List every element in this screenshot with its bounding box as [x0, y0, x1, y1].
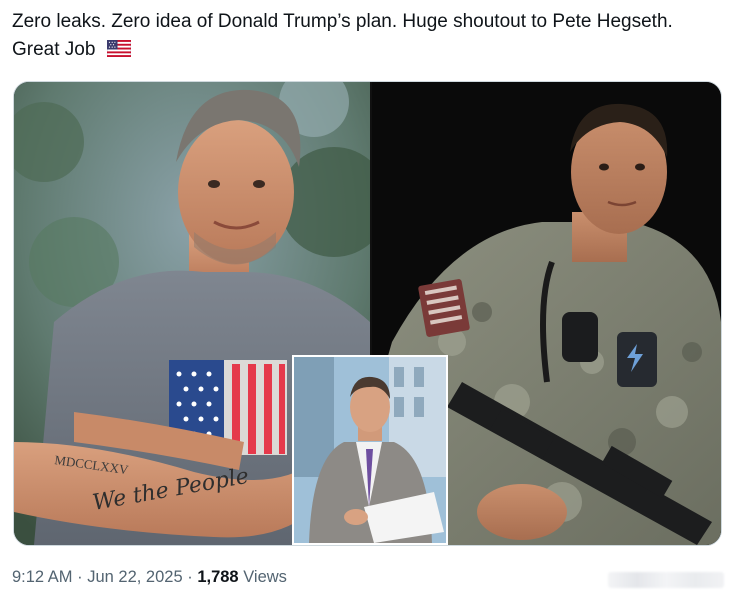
views-label: Views — [238, 568, 287, 586]
photo-inset-studio[interactable] — [292, 355, 448, 545]
us-flag-icon — [106, 38, 132, 66]
meta-separator: · — [182, 568, 198, 586]
views-count: 1,788 — [197, 568, 239, 586]
watermark-strip — [608, 572, 724, 588]
meta-separator: · — [72, 568, 88, 586]
tweet-media[interactable]: MDCCLXXV We the People — [13, 81, 722, 546]
tweet-time[interactable]: 9:12 AM — [12, 568, 73, 586]
tweet-meta: 9:12 AM · Jun 22, 2025 · 1,788 Views — [12, 568, 287, 587]
tweet-date[interactable]: Jun 22, 2025 — [87, 568, 182, 586]
tweet-text: Zero leaks. Zero idea of Donald Trump’s … — [12, 8, 712, 66]
